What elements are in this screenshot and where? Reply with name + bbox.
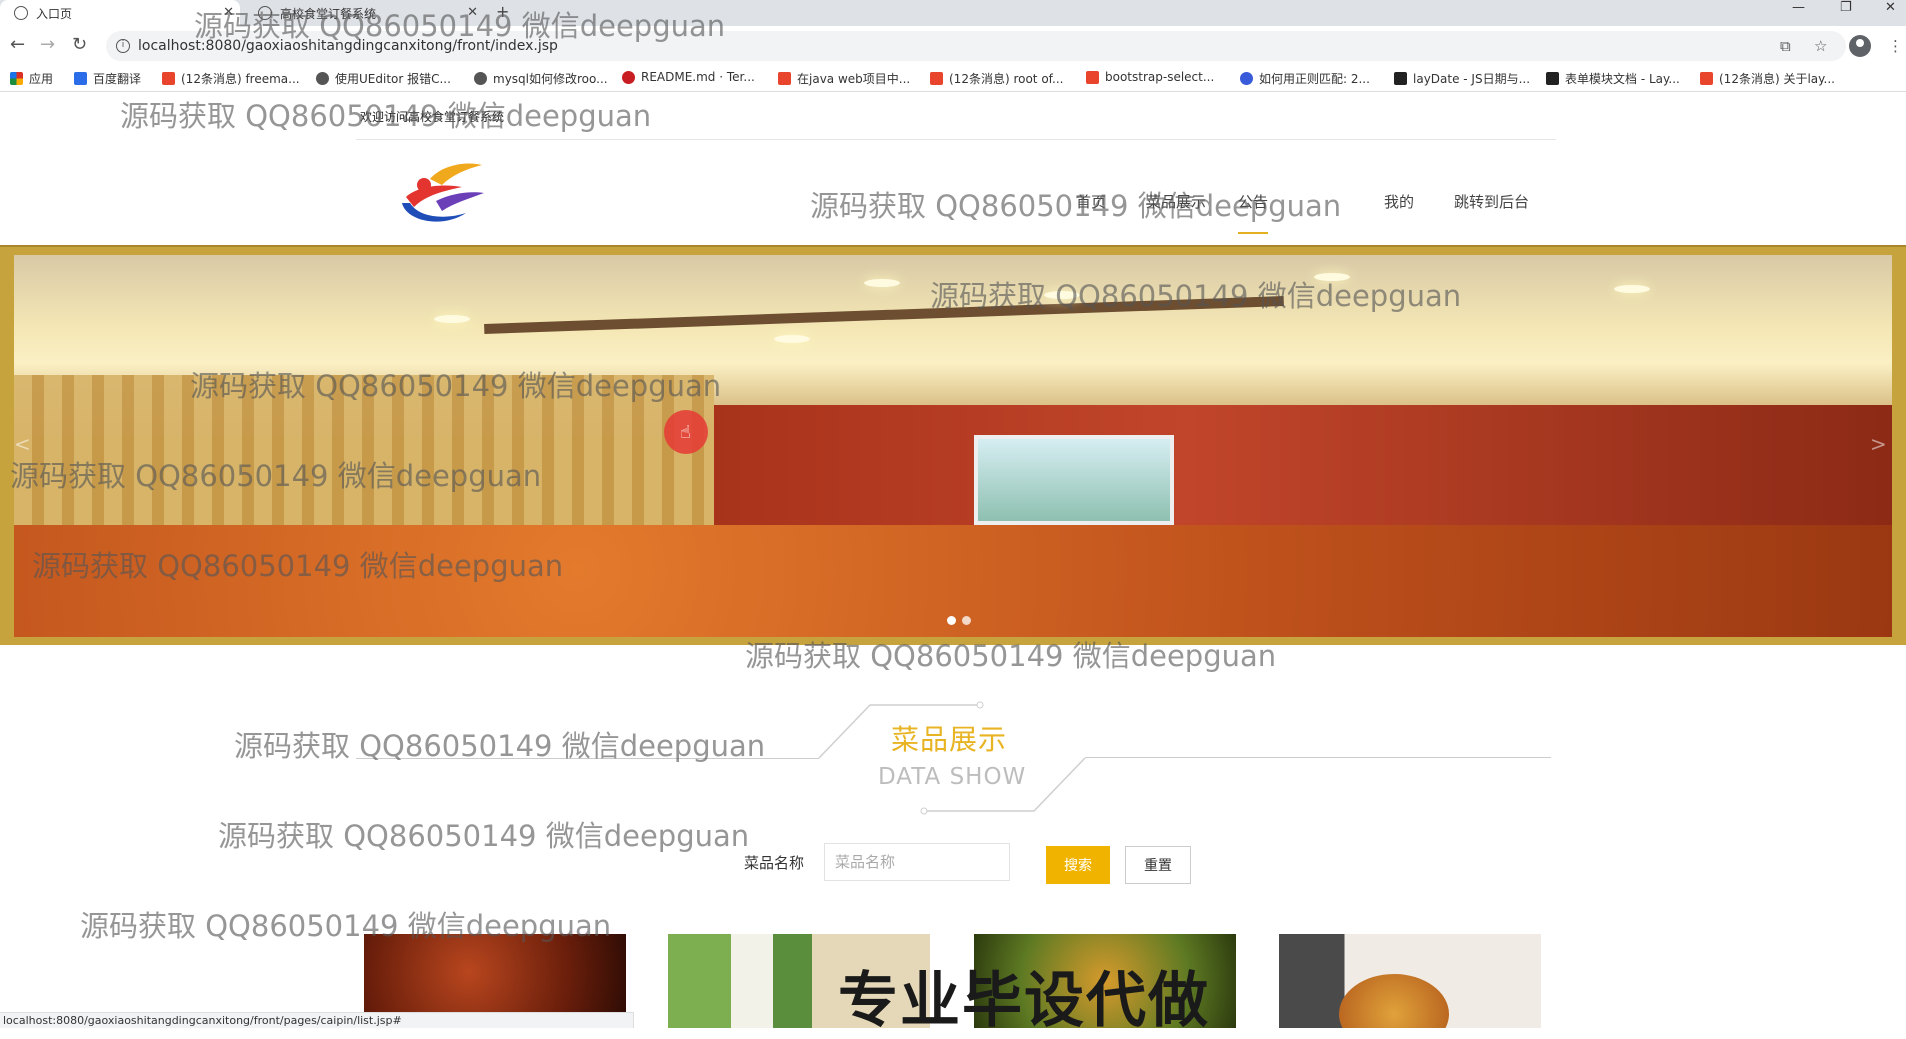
bookmark-item[interactable]: bootstrap-select... (1086, 70, 1214, 84)
tab-title: 高校食堂订餐系统 (280, 6, 377, 21)
section-divider (1085, 757, 1551, 758)
bookmark-apps[interactable]: 应用 (10, 70, 53, 87)
carousel-dot[interactable] (962, 616, 971, 625)
welcome-text: 欢迎访问高校食堂订餐系统 (360, 110, 505, 124)
url-text: localhost:8080/gaoxiaoshitangdingcanxito… (138, 38, 558, 54)
bookmark-label: 百度翻译 (93, 72, 142, 86)
back-icon[interactable]: ← (10, 34, 25, 55)
bookmark-label: layDate - JS日期与... (1413, 72, 1531, 86)
close-tab-icon[interactable]: ✕ (223, 5, 234, 20)
bookmark-label: 表单模块文档 - Lay... (1565, 72, 1680, 86)
csdn-icon (1086, 70, 1099, 84)
dish-name-input[interactable] (824, 843, 1010, 881)
section-title: 菜品展示 (891, 723, 1008, 756)
site-logo[interactable] (396, 157, 488, 229)
baidu-translate-icon (74, 72, 87, 85)
search-button[interactable]: 搜索 (1046, 846, 1110, 884)
csdn-icon (930, 72, 943, 85)
reload-icon[interactable]: ↻ (72, 34, 87, 55)
bookmark-label: (12条消息) freema... (181, 72, 300, 86)
bookmark-label: (12条消息) root of... (949, 72, 1064, 86)
link-icon (474, 72, 487, 85)
bookmark-item[interactable]: 百度翻译 (74, 70, 141, 87)
banner-image (14, 255, 1892, 637)
translate-icon[interactable]: ⧉ (1780, 37, 1791, 55)
nav-mine[interactable]: 我的 (1384, 191, 1414, 212)
bookmark-item[interactable]: (12条消息) freema... (162, 70, 300, 87)
menu-kebab-icon[interactable]: ⋮ (1888, 37, 1903, 55)
bookmark-label: 在java web项目中... (797, 72, 911, 86)
bookmark-item[interactable]: layDate - JS日期与... (1394, 70, 1530, 87)
profile-avatar-icon[interactable] (1849, 35, 1871, 57)
bookmark-label: 使用UEditor 报错C... (335, 72, 451, 86)
section-divider (356, 758, 819, 759)
bookmark-item[interactable]: 如何用正则匹配: 2... (1240, 70, 1370, 87)
link-icon (316, 72, 329, 85)
info-icon[interactable]: i (116, 39, 130, 53)
address-bar: ← → ↻ i localhost:8080/gaoxiaoshitangdin… (0, 26, 1906, 66)
dish-card-image[interactable] (1279, 934, 1541, 1028)
bookmark-label: mysql如何修改roo... (493, 72, 608, 86)
csdn-icon (778, 72, 791, 85)
browser-tab[interactable]: 高校食堂订餐系统 ✕ (244, 0, 484, 26)
bookmark-item[interactable]: (12条消息) root of... (930, 70, 1063, 87)
csdn-icon (1700, 72, 1713, 85)
globe-icon (258, 6, 272, 20)
carousel-dot[interactable] (947, 616, 956, 625)
forward-icon[interactable]: → (40, 34, 55, 55)
apps-grid-icon (10, 72, 23, 85)
close-tab-icon[interactable]: ✕ (467, 5, 478, 20)
watermark-text: 源码获取 QQ86050149 微信deepguan (218, 819, 750, 853)
bookmark-label: (12条消息) 关于lay... (1719, 72, 1835, 86)
carousel-next-icon[interactable]: > (1870, 432, 1887, 456)
restore-icon[interactable]: ❐ (1840, 0, 1852, 15)
bookmark-label: 如何用正则匹配: 2... (1259, 72, 1370, 86)
csdn-icon (162, 72, 175, 85)
layui-icon (1394, 72, 1407, 85)
promo-overlay-text: 专业毕设代做 (838, 966, 1210, 1036)
reset-button[interactable]: 重置 (1125, 846, 1191, 884)
browser-status-bar: localhost:8080/gaoxiaoshitangdingcanxito… (0, 1012, 634, 1028)
minimize-icon[interactable]: — (1792, 0, 1805, 15)
nav-admin[interactable]: 跳转到后台 (1454, 191, 1529, 212)
tab-title: 入口页 (36, 6, 73, 21)
browser-tab-bar: 入口页 ✕ 高校食堂订餐系统 ✕ + — ❐ ✕ (0, 0, 1906, 26)
new-tab-button[interactable]: + (496, 2, 509, 21)
bookmarks-bar: 应用 百度翻译 (12条消息) freema... 使用UEditor 报错C.… (0, 66, 1906, 92)
header-divider (356, 139, 1556, 140)
bookmark-label: 应用 (29, 72, 54, 86)
hand-cursor-icon: ☝ (680, 422, 691, 443)
bookmark-label: bootstrap-select... (1105, 70, 1215, 84)
bookmark-label: README.md · Ter... (641, 70, 755, 84)
nav-dishes[interactable]: 菜品展示 (1146, 191, 1206, 212)
bookmark-item[interactable]: mysql如何修改roo... (474, 70, 608, 87)
search-label: 菜品名称 (744, 854, 805, 872)
url-field[interactable]: i localhost:8080/gaoxiaoshitangdingcanxi… (106, 31, 1846, 61)
gitee-icon (622, 70, 635, 84)
globe-icon (14, 6, 28, 20)
star-icon[interactable]: ☆ (1814, 37, 1827, 55)
bookmark-item[interactable]: (12条消息) 关于lay... (1700, 70, 1835, 87)
bookmark-item[interactable]: README.md · Ter... (622, 70, 755, 84)
bookmark-item[interactable]: 使用UEditor 报错C... (316, 70, 451, 87)
browser-tab-active[interactable]: 入口页 ✕ (0, 0, 240, 26)
section-subtitle: DATA SHOW (878, 764, 1027, 790)
carousel-prev-icon[interactable]: < (14, 432, 31, 456)
hero-carousel[interactable] (0, 245, 1906, 645)
bookmark-item[interactable]: 在java web项目中... (778, 70, 910, 87)
nav-home[interactable]: 首页 (1076, 191, 1106, 212)
close-window-icon[interactable]: ✕ (1885, 0, 1896, 15)
bookmark-item[interactable]: 表单模块文档 - Lay... (1546, 70, 1680, 87)
nav-announcements[interactable]: 公告 (1238, 191, 1269, 234)
layui-icon (1546, 72, 1559, 85)
baidu-paw-icon (1240, 72, 1253, 85)
